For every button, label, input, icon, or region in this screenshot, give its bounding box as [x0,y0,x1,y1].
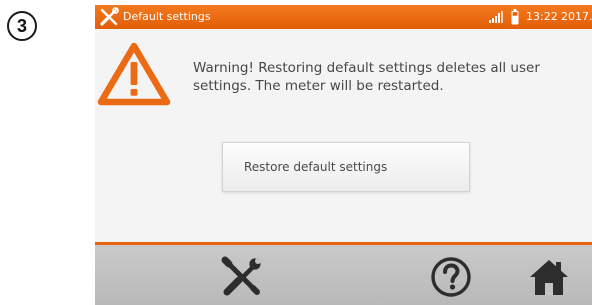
content-panel: Warning! Restoring default settings dele… [95,29,592,242]
signal-strength-icon [489,11,503,23]
tools-button[interactable] [220,255,264,299]
battery-icon [511,9,519,25]
window-title: Default settings [123,10,211,23]
warning-triangle-icon [97,42,171,106]
status-time: 13:22 [526,10,558,23]
help-icon [431,257,471,297]
bottom-toolbar [95,242,592,305]
status-date: 2017.10.26 [561,10,592,23]
step-number-badge: 3 [7,11,37,41]
meter-screen: Default settings 13:22 2017.10.26 Warnin… [95,5,592,305]
help-button[interactable] [429,255,473,299]
home-icon [530,260,568,295]
warning-message: Warning! Restoring default settings dele… [193,60,540,94]
restore-default-settings-button[interactable]: Restore default settings [222,142,470,192]
tools-icon [221,256,261,296]
tools-icon [100,7,119,26]
title-bar: Default settings 13:22 2017.10.26 [95,5,592,29]
home-button[interactable] [527,255,571,299]
